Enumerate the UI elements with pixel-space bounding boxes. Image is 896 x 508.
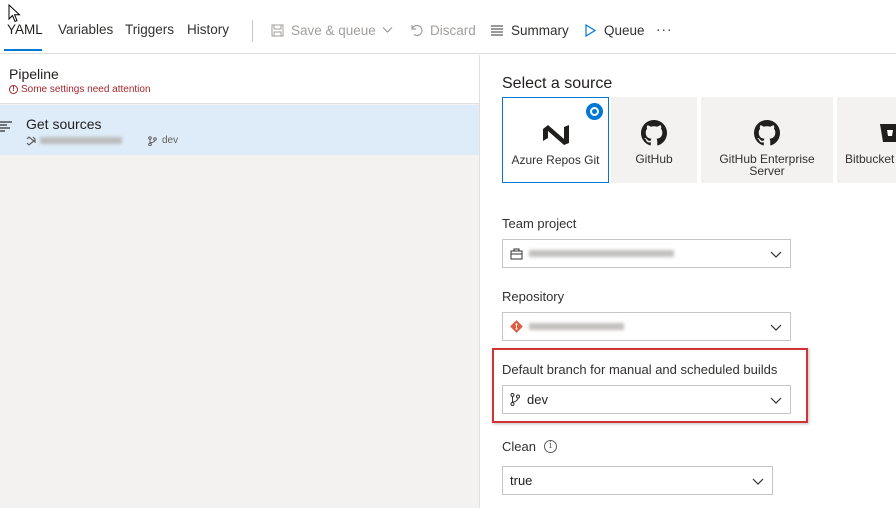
tab-history[interactable]: History: [187, 22, 229, 37]
chevron-down-icon: [752, 478, 764, 485]
repository-dropdown[interactable]: [502, 312, 791, 341]
toolbar-divider: [252, 20, 253, 42]
tab-yaml[interactable]: YAML: [7, 22, 43, 37]
clean-label: Clean i: [502, 439, 557, 454]
pipeline-header[interactable]: Pipeline ! Some settings need attention: [0, 55, 479, 104]
azure-repos-icon: [542, 120, 570, 148]
default-branch-label: Default branch for manual and scheduled …: [502, 362, 778, 377]
azure-repos-icon: [26, 135, 36, 146]
source-option-github-enterprise[interactable]: GitHub Enterprise Server: [701, 97, 833, 183]
chevron-down-icon: [770, 324, 782, 331]
select-source-title: Select a source: [502, 75, 613, 92]
get-sources-branch: dev: [162, 135, 179, 146]
clean-value: true: [510, 473, 533, 488]
default-branch-dropdown[interactable]: dev: [502, 385, 791, 414]
save-queue-button[interactable]: Save & queue: [269, 22, 393, 38]
source-option-label: Bitbucket: [845, 152, 895, 166]
active-tab-indicator: [4, 49, 42, 51]
summary-button[interactable]: Summary: [489, 22, 569, 38]
tab-triggers[interactable]: Triggers: [125, 22, 174, 37]
get-sources-title: Get sources: [26, 116, 102, 132]
mouse-cursor-icon: [8, 4, 21, 23]
chevron-down-icon: [770, 397, 782, 404]
repository-value-redacted: [529, 323, 624, 330]
github-icon: [754, 119, 780, 147]
info-icon[interactable]: i: [543, 440, 557, 453]
save-queue-label: Save & queue: [291, 22, 376, 38]
chevron-down-icon: [382, 23, 393, 38]
source-option-azure-repos[interactable]: Azure Repos Git: [502, 97, 609, 183]
pipeline-title: Pipeline: [9, 66, 59, 82]
play-icon: [582, 22, 598, 38]
discard-label: Discard: [430, 22, 476, 38]
queue-button[interactable]: Queue: [582, 22, 645, 38]
get-sources-meta: dev: [26, 135, 178, 146]
summary-label: Summary: [511, 22, 569, 38]
warning-icon: !: [9, 85, 18, 94]
more-actions-button[interactable]: ···: [656, 22, 673, 37]
git-repo-icon: [510, 320, 523, 333]
project-icon: [510, 248, 523, 260]
pipeline-tasks-pane: Pipeline ! Some settings need attention …: [0, 55, 480, 508]
get-sources-item[interactable]: Get sources dev: [0, 105, 479, 155]
toolbar: YAML Variables Triggers History Save & q…: [0, 0, 896, 54]
source-option-github[interactable]: GitHub: [611, 97, 697, 183]
pipeline-warning: ! Some settings need attention: [9, 84, 151, 95]
team-project-dropdown[interactable]: [502, 239, 791, 268]
selected-radio-icon: [586, 103, 603, 120]
repository-name-redacted: [40, 137, 122, 144]
branch-icon: [510, 393, 520, 406]
undo-icon: [408, 22, 424, 38]
clean-dropdown[interactable]: true: [502, 466, 773, 495]
source-settings-pane: Select a source Azure Repos Git GitHub G…: [481, 55, 896, 508]
repository-label: Repository: [502, 289, 565, 304]
task-list-icon: [0, 121, 12, 132]
pipeline-warning-text: Some settings need attention: [21, 84, 151, 95]
source-option-bitbucket[interactable]: Bitbucket: [837, 97, 896, 183]
source-option-label: GitHub Enterprise Server: [719, 152, 815, 178]
tab-variables[interactable]: Variables: [58, 22, 113, 37]
queue-label: Queue: [604, 22, 645, 38]
summary-list-icon: [489, 22, 505, 38]
source-option-label: Azure Repos Git: [511, 153, 600, 167]
discard-button[interactable]: Discard: [408, 22, 476, 38]
github-icon: [641, 119, 667, 147]
default-branch-value: dev: [527, 392, 548, 407]
source-option-label: GitHub: [635, 152, 673, 166]
clean-label-text: Clean: [502, 439, 536, 454]
chevron-down-icon: [770, 251, 782, 258]
bitbucket-icon: [879, 119, 896, 147]
team-project-value-redacted: [529, 250, 674, 257]
branch-icon: [148, 135, 157, 146]
save-icon: [269, 22, 285, 38]
team-project-label: Team project: [502, 216, 577, 231]
